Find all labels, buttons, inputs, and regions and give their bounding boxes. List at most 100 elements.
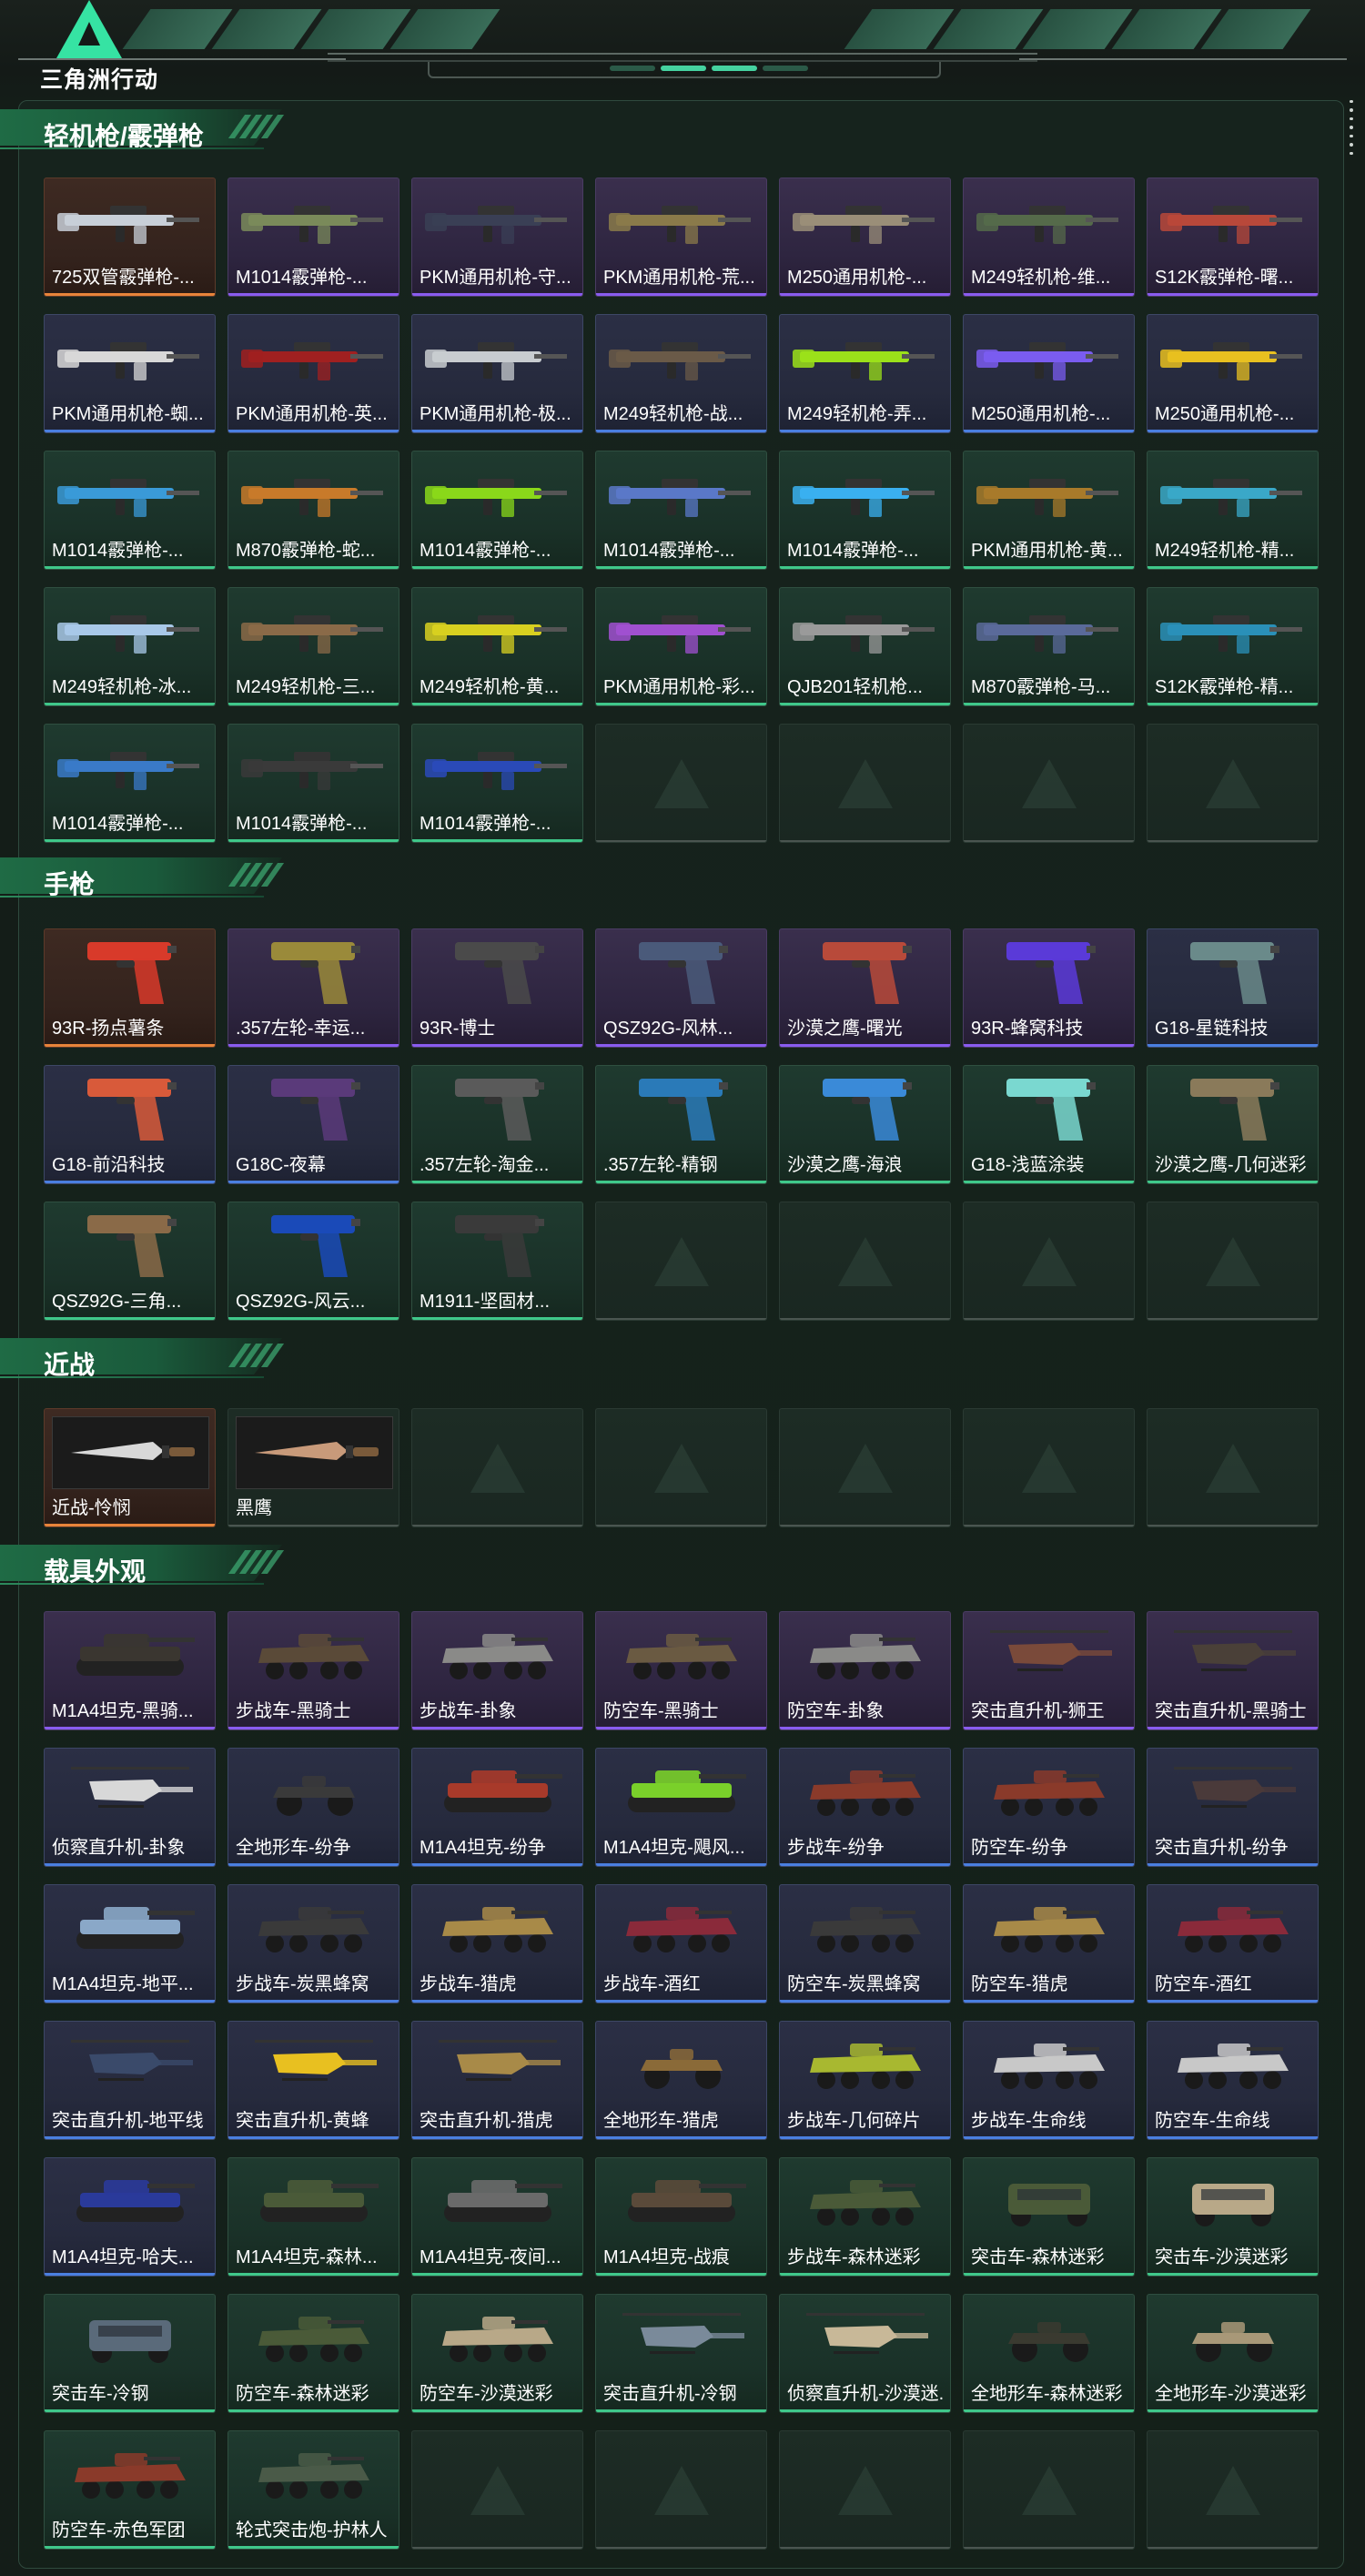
skin-card[interactable]: .357左轮-精钢 bbox=[595, 1065, 767, 1184]
skin-card[interactable]: M1A4坦克-飓风... bbox=[595, 1748, 767, 1867]
skin-card[interactable]: 93R-蜂窝科技 bbox=[963, 928, 1135, 1048]
skin-card[interactable]: 防空车-酒红 bbox=[1147, 1884, 1319, 2003]
skin-card[interactable]: 防空车-纷争 bbox=[963, 1748, 1135, 1867]
skin-card[interactable]: 突击车-沙漠迷彩 bbox=[1147, 2157, 1319, 2277]
delta-watermark-icon bbox=[653, 2465, 709, 2515]
skin-card[interactable]: 沙漠之鹰-海浪 bbox=[779, 1065, 951, 1184]
skin-card[interactable]: 步战车-黑骑士 bbox=[228, 1611, 399, 1730]
skin-card[interactable]: 突击车-森林迷彩 bbox=[963, 2157, 1135, 2277]
rarity-bar bbox=[964, 2000, 1134, 2003]
skin-card[interactable]: 防空车-炭黑蜂窝 bbox=[779, 1884, 951, 2003]
skin-card[interactable]: 突击直升机-狮王 bbox=[963, 1611, 1135, 1730]
skin-card[interactable]: PKM通用机枪-守... bbox=[411, 177, 583, 297]
skin-card[interactable]: 防空车-赤色军团 bbox=[44, 2430, 216, 2550]
skin-card[interactable]: 侦察直升机-沙漠迷... bbox=[779, 2294, 951, 2413]
skin-name: 防空车-卦象 bbox=[787, 1701, 885, 1721]
skin-card[interactable]: 步战车-卦象 bbox=[411, 1611, 583, 1730]
skin-card[interactable]: M249轻机枪-战... bbox=[595, 314, 767, 433]
skin-card[interactable]: G18-前沿科技 bbox=[44, 1065, 216, 1184]
skin-card[interactable]: 步战车-森林迷彩 bbox=[779, 2157, 951, 2277]
skin-card[interactable]: 防空车-生命线 bbox=[1147, 2021, 1319, 2140]
skin-card[interactable]: .357左轮-幸运... bbox=[228, 928, 399, 1048]
skin-card[interactable]: 黑鹰 bbox=[228, 1408, 399, 1527]
skin-card[interactable]: PKM通用机枪-极... bbox=[411, 314, 583, 433]
skin-card[interactable]: PKM通用机枪-蜘... bbox=[44, 314, 216, 433]
skin-card[interactable]: 93R-博士 bbox=[411, 928, 583, 1048]
skin-card[interactable]: M1911-坚固材... bbox=[411, 1202, 583, 1321]
skin-card[interactable]: 防空车-猎虎 bbox=[963, 1884, 1135, 2003]
skin-card[interactable]: QSZ92G-风林... bbox=[595, 928, 767, 1048]
skin-card[interactable]: 93R-扬点薯条 bbox=[44, 928, 216, 1048]
rarity-bar bbox=[412, 2409, 582, 2412]
skin-card[interactable]: M1A4坦克-战痕 bbox=[595, 2157, 767, 2277]
skin-card[interactable]: M1A4坦克-哈夫... bbox=[44, 2157, 216, 2277]
skin-card[interactable]: 步战车-纷争 bbox=[779, 1748, 951, 1867]
skin-card[interactable]: G18-浅蓝涂装 bbox=[963, 1065, 1135, 1184]
skin-card[interactable]: 突击直升机-地平线 bbox=[44, 2021, 216, 2140]
skin-card[interactable]: 轮式突击炮-护林人 bbox=[228, 2430, 399, 2550]
skin-card[interactable]: 防空车-卦象 bbox=[779, 1611, 951, 1730]
skin-card[interactable]: QSZ92G-三角... bbox=[44, 1202, 216, 1321]
skin-card[interactable]: 突击车-冷钢 bbox=[44, 2294, 216, 2413]
skin-card[interactable]: S12K霰弹枪-曙... bbox=[1147, 177, 1319, 297]
skin-card[interactable]: G18C-夜幕 bbox=[228, 1065, 399, 1184]
skin-card[interactable]: 沙漠之鹰-几何迷彩 bbox=[1147, 1065, 1319, 1184]
skin-card[interactable]: 725双管霰弹枪-... bbox=[44, 177, 216, 297]
skin-card[interactable]: 突击直升机-猎虎 bbox=[411, 2021, 583, 2140]
skin-card[interactable]: M1A4坦克-夜间... bbox=[411, 2157, 583, 2277]
skin-card[interactable]: G18-星链科技 bbox=[1147, 928, 1319, 1048]
skin-card[interactable]: M870霰弹枪-蛇... bbox=[228, 451, 399, 570]
skin-card[interactable]: 突击直升机-冷钢 bbox=[595, 2294, 767, 2413]
skin-card[interactable]: 沙漠之鹰-曙光 bbox=[779, 928, 951, 1048]
skin-card[interactable]: M1A4坦克-纷争 bbox=[411, 1748, 583, 1867]
skin-card[interactable]: .357左轮-淘金... bbox=[411, 1065, 583, 1184]
skin-card[interactable]: M250通用机枪-... bbox=[779, 177, 951, 297]
skin-card[interactable]: 步战车-酒红 bbox=[595, 1884, 767, 2003]
skin-card[interactable]: 全地形车-森林迷彩 bbox=[963, 2294, 1135, 2413]
skin-card[interactable]: M249轻机枪-精... bbox=[1147, 451, 1319, 570]
skin-card[interactable]: M249轻机枪-弄... bbox=[779, 314, 951, 433]
skin-card[interactable]: 突击直升机-黄蜂 bbox=[228, 2021, 399, 2140]
skin-card[interactable]: M1014霰弹枪-... bbox=[411, 451, 583, 570]
skin-name: G18C-夜幕 bbox=[236, 1155, 326, 1175]
skin-card[interactable]: QJB201轻机枪... bbox=[779, 587, 951, 706]
skin-card[interactable]: M1014霰弹枪-... bbox=[44, 451, 216, 570]
skin-card[interactable]: 步战车-猎虎 bbox=[411, 1884, 583, 2003]
skin-card[interactable]: 步战车-生命线 bbox=[963, 2021, 1135, 2140]
skin-card[interactable]: M250通用机枪-... bbox=[963, 314, 1135, 433]
skin-card[interactable]: 步战车-炭黑蜂窝 bbox=[228, 1884, 399, 2003]
skin-card[interactable]: 突击直升机-纷争 bbox=[1147, 1748, 1319, 1867]
skin-card[interactable]: PKM通用机枪-黄... bbox=[963, 451, 1135, 570]
skin-card[interactable]: 防空车-沙漠迷彩 bbox=[411, 2294, 583, 2413]
skin-card[interactable]: M1A4坦克-地平... bbox=[44, 1884, 216, 2003]
skin-card[interactable]: M249轻机枪-三... bbox=[228, 587, 399, 706]
skin-card[interactable]: PKM通用机枪-英... bbox=[228, 314, 399, 433]
skin-card[interactable]: M1014霰弹枪-... bbox=[411, 724, 583, 843]
skin-card[interactable]: M1014霰弹枪-... bbox=[228, 177, 399, 297]
skin-card[interactable]: S12K霰弹枪-精... bbox=[1147, 587, 1319, 706]
skin-card[interactable]: PKM通用机枪-彩... bbox=[595, 587, 767, 706]
skin-card[interactable]: M870霰弹枪-马... bbox=[963, 587, 1135, 706]
skin-card[interactable]: 近战-怜悯 bbox=[44, 1408, 216, 1527]
skin-card[interactable]: 防空车-森林迷彩 bbox=[228, 2294, 399, 2413]
scrollbar-handle[interactable] bbox=[1350, 100, 1355, 155]
skin-card[interactable]: M1014霰弹枪-... bbox=[44, 724, 216, 843]
skin-card[interactable]: 全地形车-沙漠迷彩 bbox=[1147, 2294, 1319, 2413]
skin-card[interactable]: M249轻机枪-黄... bbox=[411, 587, 583, 706]
skin-card[interactable]: M1014霰弹枪-... bbox=[228, 724, 399, 843]
skin-card[interactable]: M249轻机枪-冰... bbox=[44, 587, 216, 706]
skin-card[interactable]: M1A4坦克-森林... bbox=[228, 2157, 399, 2277]
skin-card[interactable]: 防空车-黑骑士 bbox=[595, 1611, 767, 1730]
skin-card[interactable]: 步战车-几何碎片 bbox=[779, 2021, 951, 2140]
skin-card[interactable]: 侦察直升机-卦象 bbox=[44, 1748, 216, 1867]
skin-card[interactable]: M250通用机枪-... bbox=[1147, 314, 1319, 433]
skin-card[interactable]: QSZ92G-风云... bbox=[228, 1202, 399, 1321]
skin-card[interactable]: 全地形车-纷争 bbox=[228, 1748, 399, 1867]
skin-card[interactable]: M249轻机枪-维... bbox=[963, 177, 1135, 297]
skin-card[interactable]: M1014霰弹枪-... bbox=[595, 451, 767, 570]
skin-card[interactable]: M1A4坦克-黑骑... bbox=[44, 1611, 216, 1730]
skin-card[interactable]: M1014霰弹枪-... bbox=[779, 451, 951, 570]
skin-card[interactable]: 突击直升机-黑骑士 bbox=[1147, 1611, 1319, 1730]
skin-card[interactable]: PKM通用机枪-荒... bbox=[595, 177, 767, 297]
skin-card[interactable]: 全地形车-猎虎 bbox=[595, 2021, 767, 2140]
